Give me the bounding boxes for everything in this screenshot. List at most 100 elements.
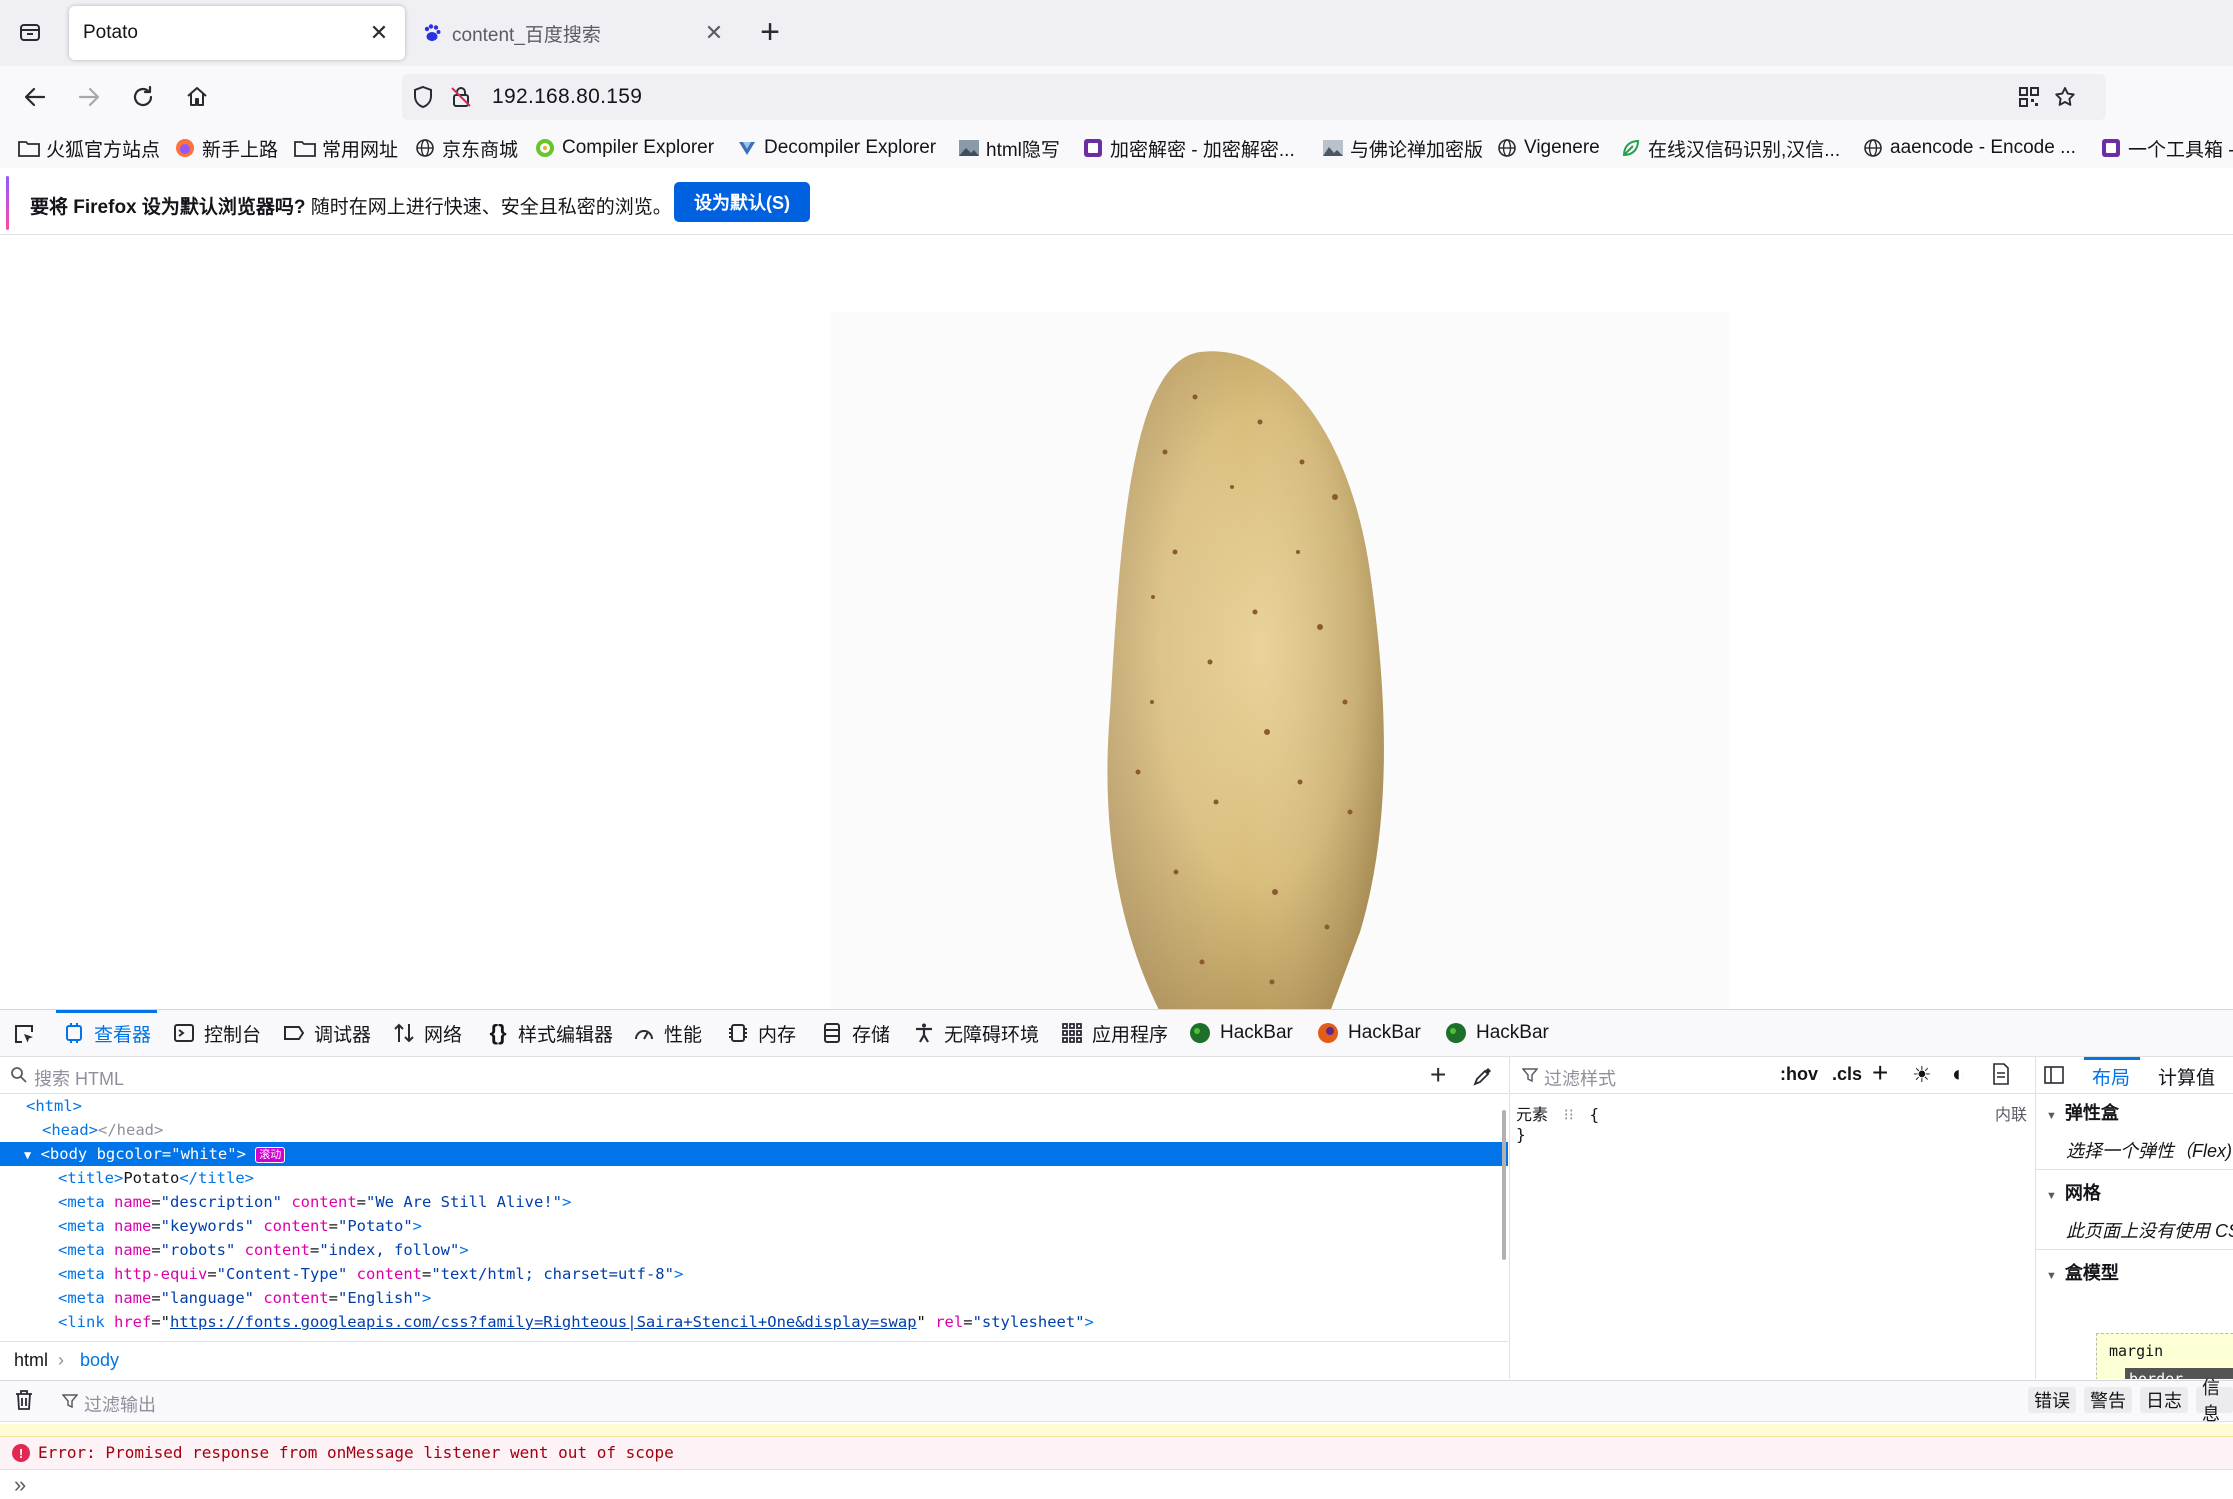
flexbox-section-header[interactable]: ▼ 弹性盒 bbox=[2046, 1099, 2119, 1125]
bookmark-label: 加密解密 - 加密解密... bbox=[1110, 139, 1295, 161]
bookmark-item[interactable]: 与佛论禅加密版 bbox=[1322, 134, 1483, 162]
image-icon bbox=[1322, 137, 1344, 159]
markup-view[interactable]: <html> <head></head> ▼ <body bgcolor="wh… bbox=[0, 1094, 1508, 1346]
bookmark-item[interactable]: 一个工具箱 - bbox=[2100, 134, 2233, 162]
url-bar[interactable]: 192.168.80.159 bbox=[402, 74, 2106, 120]
set-default-button[interactable]: 设为默认(S) bbox=[674, 182, 810, 222]
sidebar-toggle-icon[interactable] bbox=[2044, 1065, 2064, 1090]
markup-node-meta[interactable]: <meta name="description" content="We Are… bbox=[0, 1190, 1508, 1214]
trash-icon[interactable] bbox=[14, 1389, 34, 1416]
tab-memory[interactable]: 内存 bbox=[726, 1010, 796, 1056]
grid-message: 此页面上没有使用 CS bbox=[2066, 1221, 2233, 1241]
add-node-icon[interactable]: + bbox=[1430, 1059, 1446, 1091]
tab-network[interactable]: 网络 bbox=[392, 1010, 462, 1056]
markup-node-meta[interactable]: <meta name="robots" content="index, foll… bbox=[0, 1238, 1508, 1262]
markup-node-head[interactable]: <head></head> bbox=[0, 1118, 1508, 1142]
breadcrumb-html[interactable]: html bbox=[14, 1350, 48, 1371]
boxmodel-section-header[interactable]: ▼ 盒模型 bbox=[2046, 1259, 2119, 1285]
markup-node-meta[interactable]: <meta name="language" content="English"> bbox=[0, 1286, 1508, 1310]
bookmark-item[interactable]: 在线汉信码识别,汉信... bbox=[1620, 134, 1840, 162]
tab-application[interactable]: 应用程序 bbox=[1060, 1010, 1168, 1056]
tab-label: 应用程序 bbox=[1092, 1024, 1169, 1046]
collapse-triangle-icon: ▼ bbox=[2046, 1190, 2057, 1202]
close-tab-icon[interactable]: ✕ bbox=[696, 15, 732, 51]
tab-hackbar-2[interactable]: HackBar bbox=[1316, 1010, 1421, 1056]
element-picker-button[interactable] bbox=[10, 1020, 38, 1048]
scroll-badge[interactable]: 滚动 bbox=[255, 1146, 286, 1163]
bookmark-star-icon[interactable] bbox=[2050, 82, 2080, 112]
markup-node-meta[interactable]: <meta http-equiv="Content-Type" content=… bbox=[0, 1262, 1508, 1286]
close-tab-icon[interactable]: ✕ bbox=[361, 15, 397, 51]
expand-triangle-icon[interactable]: ▼ bbox=[24, 1148, 31, 1162]
home-button[interactable] bbox=[178, 78, 216, 116]
tab-computed[interactable]: 计算值 bbox=[2158, 1063, 2215, 1090]
markup-node-html[interactable]: <html> bbox=[0, 1094, 1508, 1118]
bookmark-item[interactable]: html隐写 bbox=[958, 134, 1060, 162]
shield-icon[interactable] bbox=[408, 82, 438, 112]
markup-scrollbar[interactable] bbox=[1502, 1110, 1506, 1260]
element-rule[interactable]: 元素 ⁝⁝ { bbox=[1516, 1101, 1599, 1125]
tab-list-button[interactable] bbox=[12, 14, 48, 50]
breadcrumb: html › body bbox=[0, 1341, 1508, 1380]
html-search-placeholder: 搜索 HTML bbox=[34, 1069, 124, 1089]
element-rule-selector: 元素 bbox=[1516, 1105, 1549, 1124]
light-theme-icon[interactable]: ☀ bbox=[1912, 1062, 1932, 1088]
markup-node-link[interactable]: <link href="https://fonts.googleapis.com… bbox=[0, 1310, 1508, 1334]
filter-logs-button[interactable]: 日志 bbox=[2140, 1387, 2188, 1413]
hackbar-orange-icon bbox=[1316, 1021, 1340, 1045]
dark-theme-icon[interactable]: ◐ bbox=[1952, 1061, 1965, 1087]
tab-potato[interactable]: Potato ✕ bbox=[69, 6, 405, 60]
url-text[interactable]: 192.168.80.159 bbox=[492, 85, 642, 109]
markup-node-meta[interactable]: <meta name="keywords" content="Potato"> bbox=[0, 1214, 1508, 1238]
filter-errors-button[interactable]: 错误 bbox=[2028, 1387, 2076, 1413]
reload-button[interactable] bbox=[124, 78, 162, 116]
grid-section-header[interactable]: ▼ 网格 bbox=[2046, 1179, 2101, 1205]
new-tab-button[interactable]: + bbox=[752, 13, 788, 51]
bookmark-item[interactable]: aaencode - Encode ... bbox=[1862, 134, 2076, 162]
bookmark-item[interactable]: Compiler Explorer bbox=[534, 134, 714, 162]
tab-debugger[interactable]: 调试器 bbox=[282, 1010, 371, 1056]
add-rule-icon[interactable]: + bbox=[1872, 1057, 1888, 1089]
markup-attr-name: name bbox=[114, 1241, 152, 1259]
tab-layout[interactable]: 布局 bbox=[2092, 1063, 2130, 1090]
html-search-bar[interactable]: 搜索 HTML + bbox=[0, 1057, 1508, 1094]
tab-baidu-search[interactable]: content_百度搜索 ✕ bbox=[410, 6, 740, 60]
tab-console[interactable]: 控制台 bbox=[172, 1010, 261, 1056]
tab-hackbar-1[interactable]: HackBar bbox=[1188, 1010, 1293, 1056]
bookmark-item[interactable]: 加密解密 - 加密解密... bbox=[1082, 134, 1295, 162]
bookmark-item[interactable]: Vigenere bbox=[1496, 134, 1600, 162]
tab-accessibility[interactable]: 无障碍环境 bbox=[912, 1010, 1039, 1056]
bookmark-item[interactable]: 常用网址 bbox=[294, 134, 398, 162]
eyedropper-icon[interactable] bbox=[1472, 1065, 1494, 1092]
qr-code-icon[interactable] bbox=[2014, 82, 2044, 112]
debugger-icon bbox=[282, 1021, 306, 1045]
bookmark-item[interactable]: 新手上路 bbox=[174, 134, 278, 162]
console-filter-input[interactable]: 过滤输出 bbox=[84, 1391, 156, 1417]
bookmark-item[interactable]: 火狐官方站点 bbox=[18, 134, 160, 162]
console-input[interactable]: » bbox=[0, 1470, 2233, 1499]
tab-performance[interactable]: 性能 bbox=[632, 1010, 702, 1056]
print-media-icon[interactable] bbox=[1992, 1063, 2010, 1090]
tab-inspector[interactable]: 查看器 bbox=[55, 1010, 158, 1056]
styles-filter-bar[interactable]: 过滤样式 :hov .cls + ☀ ◐ bbox=[1510, 1057, 2035, 1094]
filter-info-button[interactable]: 信息 bbox=[2196, 1378, 2233, 1424]
tab-style-editor[interactable]: {} 样式编辑器 bbox=[486, 1010, 613, 1056]
bookmark-item[interactable]: 京东商城 bbox=[414, 134, 518, 162]
bookmarks-toolbar: 火狐官方站点 新手上路 常用网址 京东商城 Compiler Explorer … bbox=[0, 128, 2233, 168]
hov-toggle[interactable]: :hov bbox=[1780, 1064, 1818, 1085]
bookmark-item[interactable]: Decompiler Explorer bbox=[736, 134, 936, 162]
back-button[interactable] bbox=[16, 78, 54, 116]
insecure-lock-icon[interactable] bbox=[446, 82, 476, 112]
filter-icon bbox=[61, 1393, 79, 1414]
breadcrumb-body[interactable]: body bbox=[80, 1350, 119, 1371]
console-error-message[interactable]: ! Error: Promised response from onMessag… bbox=[0, 1437, 2233, 1470]
console-prompt-icon: » bbox=[14, 1472, 27, 1497]
forward-button[interactable] bbox=[70, 78, 108, 116]
filter-warnings-button[interactable]: 警告 bbox=[2084, 1387, 2132, 1413]
markup-node-title[interactable]: <title>Potato</title> bbox=[0, 1166, 1508, 1190]
tab-storage[interactable]: 存储 bbox=[820, 1010, 890, 1056]
cls-toggle[interactable]: .cls bbox=[1832, 1064, 1862, 1085]
tab-hackbar-3[interactable]: HackBar bbox=[1444, 1010, 1549, 1056]
markup-link-href[interactable]: https://fonts.googleapis.com/css?family=… bbox=[170, 1313, 917, 1331]
markup-node-body[interactable]: ▼ <body bgcolor="white"> 滚动 bbox=[0, 1142, 1508, 1166]
